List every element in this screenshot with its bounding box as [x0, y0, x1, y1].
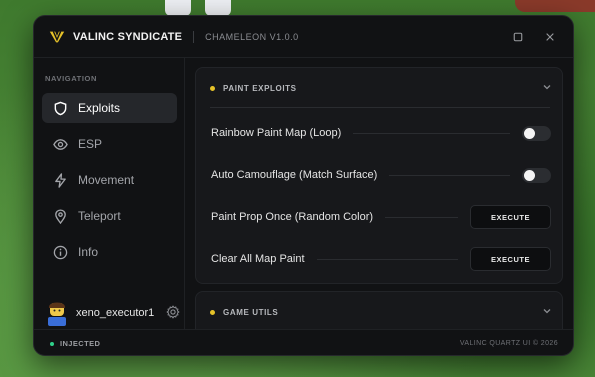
- panel-divider: [210, 107, 550, 108]
- sidebar-item-teleport[interactable]: Teleport: [42, 201, 177, 231]
- avatar-leg-right: [205, 0, 231, 16]
- chevron-down-icon[interactable]: [542, 306, 552, 316]
- accent-dot: [210, 309, 215, 315]
- status-indicator: [50, 341, 54, 346]
- sidebar-item-label: Info: [78, 245, 99, 259]
- avatar: [48, 302, 66, 326]
- status-bar: INJECTED VALINC QUARTZ UI © 2026: [34, 329, 573, 355]
- executor-window: VALINC SYNDICATE CHAMELEON V1.0.0 NAVIGA…: [33, 15, 574, 356]
- paint-exploits-header[interactable]: PAINT EXPLOITS: [196, 68, 562, 108]
- game-utils-header[interactable]: GAME UTILS: [196, 292, 562, 329]
- row-divider: [353, 132, 510, 134]
- list-item: Rainbow Paint Map (Loop): [211, 120, 551, 146]
- avatar-leg-left: [165, 0, 191, 16]
- row-divider: [389, 174, 510, 176]
- option-label: Rainbow Paint Map (Loop): [211, 127, 342, 139]
- eye-icon: [53, 138, 68, 150]
- valinc-logo-icon: [49, 30, 65, 42]
- row-divider: [385, 216, 458, 218]
- sidebar-item-esp[interactable]: ESP: [42, 129, 177, 159]
- toggle-knob: [524, 169, 535, 181]
- title-divider: [193, 30, 195, 43]
- list-item: Auto Camouflage (Match Surface): [211, 162, 551, 188]
- list-item: Clear All Map Paint EXECUTE: [211, 246, 551, 272]
- brand-title: VALINC SYNDICATE: [73, 30, 183, 43]
- rainbow-paint-toggle[interactable]: [522, 125, 551, 141]
- clear-paint-execute-button[interactable]: EXECUTE: [470, 247, 551, 271]
- status-text: INJECTED: [60, 339, 101, 348]
- paint-prop-execute-button[interactable]: EXECUTE: [470, 205, 551, 229]
- gear-icon[interactable]: [166, 305, 180, 319]
- auto-camouflage-toggle[interactable]: [522, 167, 551, 183]
- sidebar: NAVIGATION Exploits ESP Movement Telepor…: [34, 58, 185, 329]
- option-label: Paint Prop Once (Random Color): [211, 211, 374, 223]
- map-pin-icon: [55, 208, 66, 224]
- option-label: Auto Camouflage (Match Surface): [211, 169, 378, 181]
- background-brick: [515, 0, 595, 12]
- title-bar[interactable]: VALINC SYNDICATE CHAMELEON V1.0.0: [34, 16, 573, 58]
- version-label: CHAMELEON V1.0.0: [205, 31, 299, 42]
- toggle-knob: [524, 127, 535, 139]
- accent-dot: [210, 85, 215, 91]
- username: xeno_executor1: [76, 307, 155, 319]
- panel-title: GAME UTILS: [223, 307, 279, 317]
- info-icon: [53, 245, 68, 259]
- sidebar-item-label: Teleport: [78, 209, 121, 223]
- lightning-icon: [55, 172, 66, 188]
- shield-icon: [54, 101, 67, 115]
- maximize-icon: [513, 32, 523, 42]
- sidebar-item-movement[interactable]: Movement: [42, 165, 177, 195]
- row-divider: [316, 258, 458, 260]
- close-icon: [546, 33, 554, 41]
- close-button[interactable]: [542, 29, 558, 45]
- panel-title: PAINT EXPLOITS: [223, 83, 297, 93]
- sidebar-item-label: Movement: [78, 173, 135, 187]
- user-profile[interactable]: xeno_executor1: [46, 298, 180, 328]
- option-label: Clear All Map Paint: [211, 253, 305, 265]
- maximize-button[interactable]: [510, 29, 526, 45]
- sidebar-item-exploits[interactable]: Exploits: [42, 93, 177, 123]
- sidebar-item-label: Exploits: [78, 101, 121, 115]
- footer-credit: VALINC QUARTZ UI © 2026: [459, 340, 558, 347]
- nav-heading: NAVIGATION: [45, 74, 97, 83]
- sidebar-item-label: ESP: [78, 137, 103, 151]
- chevron-down-icon[interactable]: [542, 82, 552, 92]
- paint-exploits-panel: PAINT EXPLOITS Rainbow Paint Map (Loop) …: [195, 67, 563, 284]
- list-item: Paint Prop Once (Random Color) EXECUTE: [211, 204, 551, 230]
- main-content[interactable]: PAINT EXPLOITS Rainbow Paint Map (Loop) …: [186, 58, 573, 329]
- game-utils-panel: GAME UTILS: [195, 291, 563, 329]
- sidebar-item-info[interactable]: Info: [42, 237, 177, 267]
